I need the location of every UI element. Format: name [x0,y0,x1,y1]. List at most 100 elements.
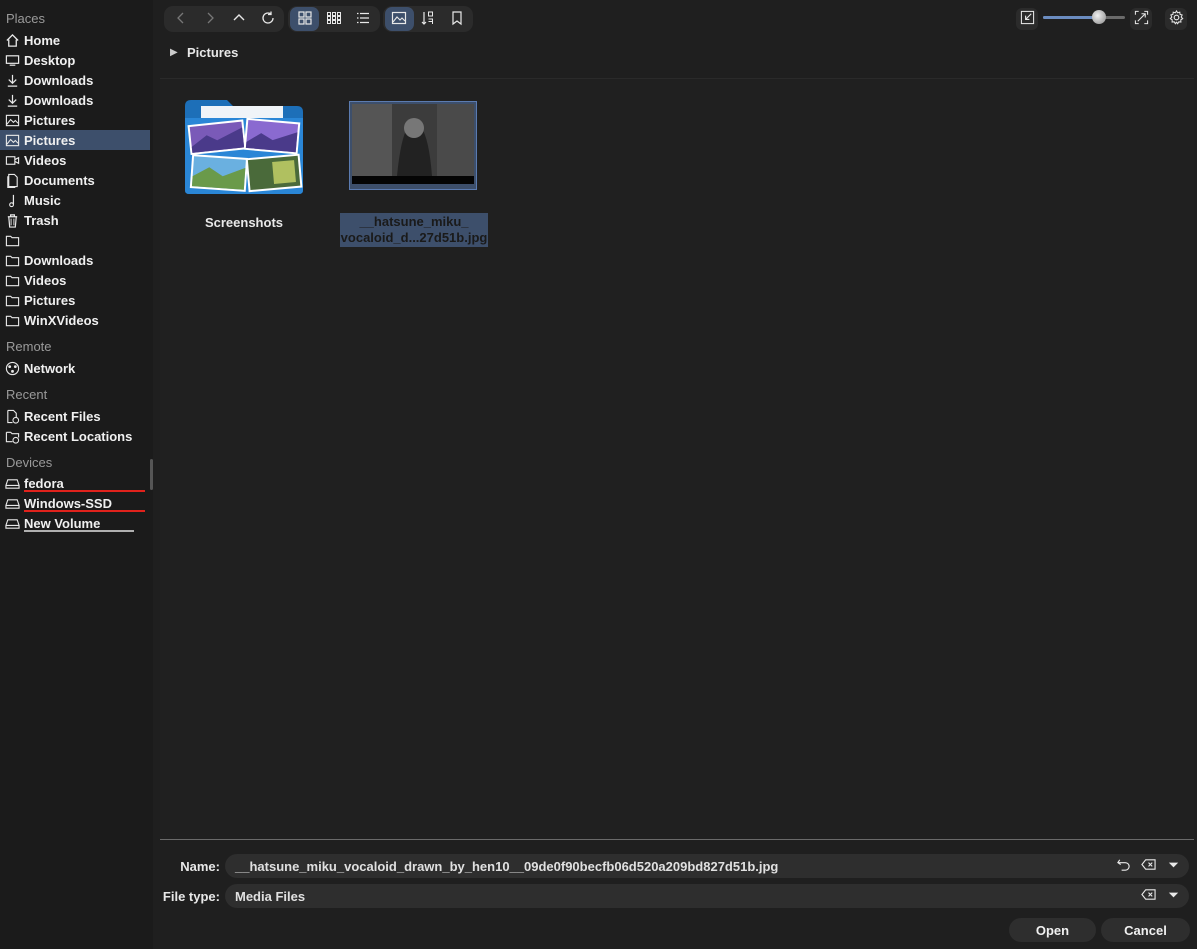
sidebar-item-home[interactable]: Home [0,30,150,50]
sidebar-item-pictures-selected[interactable]: Pictures [0,130,150,150]
icon-view-icon [297,10,313,29]
sidebar-item-downloads-2[interactable]: Downloads [0,90,150,110]
music-icon [4,192,20,208]
detail-view-button[interactable] [349,7,378,31]
folder-item-screenshots[interactable] [183,98,305,199]
folder-name-label: Screenshots [204,215,284,230]
sidebar-item-label: Downloads [24,72,94,88]
sidebar-item-label: Pictures [24,112,76,128]
sidebar-item-label: Desktop [24,52,76,68]
zoom-in-button[interactable] [1130,8,1152,30]
places-sidebar: Places Home Desktop Downloads Downloads … [0,0,153,949]
preview-toggle-button[interactable] [385,7,414,31]
home-icon [4,32,20,48]
back-icon [173,10,189,29]
remote-section-title: Remote [6,339,52,354]
sidebar-item-label: Downloads [24,252,94,268]
compact-view-button[interactable] [319,7,348,31]
sort-button[interactable] [414,7,443,31]
sidebar-item-pictures-folder[interactable]: Pictures [0,290,150,310]
sidebar-item-label: Pictures [24,132,76,148]
sidebar-item-downloads[interactable]: Downloads [0,70,150,90]
folder-icon [4,312,20,328]
zoom-out-icon [1020,10,1035,28]
bookmark-button[interactable] [442,7,471,31]
devices-section-title: Devices [6,455,53,470]
reload-button[interactable] [253,7,282,31]
zoom-slider-handle[interactable] [1092,10,1106,24]
undo-icon[interactable] [1116,857,1131,875]
sidebar-item-trash[interactable]: Trash [0,210,150,230]
sidebar-item-label: fedora [24,475,64,491]
sidebar-item-label: Videos [24,272,67,288]
gear-icon [1168,9,1184,28]
file-name-value: __hatsune_miku_vocaloid_drawn_by_hen10__… [235,858,779,874]
detail-view-icon [355,10,371,29]
settings-button[interactable] [1165,8,1187,30]
sidebar-item-desktop[interactable]: Desktop [0,50,150,70]
zoom-in-icon [1134,10,1149,28]
drive-icon [4,495,20,511]
sidebar-item-music[interactable]: Music [0,190,150,210]
file-name-line-1: __hatsune_miku_ [359,214,469,229]
sidebar-item-videos[interactable]: Videos [0,150,150,170]
zoom-out-button[interactable] [1016,8,1038,30]
breadcrumb: ▶ Pictures [160,40,238,64]
sidebar-item-network[interactable]: Network [0,358,150,378]
sidebar-item-winxvideos[interactable]: WinXVideos [0,310,150,330]
open-button[interactable]: Open [1009,918,1096,942]
icon-view-button[interactable] [290,7,320,31]
cancel-button[interactable]: Cancel [1101,918,1190,942]
file-name-label: __hatsune_miku_ vocaloid_d...27d51b.jpg [340,213,488,247]
download-icon [4,72,20,88]
recent-files-icon [4,408,20,424]
sidebar-item-label: Documents [24,172,95,188]
file-view[interactable] [160,78,1194,840]
video-icon [4,152,20,168]
breadcrumb-item-current[interactable]: Pictures [187,45,238,60]
sidebar-item-label: Pictures [24,292,76,308]
sidebar-item-label: Home [24,32,61,48]
sidebar-item-label: New Volume [24,515,101,531]
sidebar-item-recent-locations[interactable]: Recent Locations [0,426,150,446]
folder-icon [4,272,20,288]
sidebar-item-label: WinXVideos [24,312,99,328]
up-icon [231,10,247,29]
name-label: Name: [180,859,220,874]
desktop-icon [4,52,20,68]
sidebar-scrollbar[interactable] [150,459,153,490]
sidebar-item-pictures[interactable]: Pictures [0,110,150,130]
sidebar-item-label: Recent Files [24,408,101,424]
chevron-right-icon[interactable]: ▶ [170,47,184,58]
sidebar-item-label: Network [24,360,76,376]
sidebar-item-downloads-folder[interactable]: Downloads [0,250,150,270]
drive-icon [4,475,20,491]
chevron-down-icon[interactable] [1166,857,1181,875]
document-icon [4,172,20,188]
sidebar-item-label: Downloads [24,92,94,108]
navigation-toolbar [164,6,284,32]
file-name-line-2: vocaloid_d...27d51b.jpg [340,230,488,245]
folder-icon [4,232,20,248]
network-icon [4,360,20,376]
sidebar-item-documents[interactable]: Documents [0,170,150,190]
up-button[interactable] [224,7,253,31]
bookmark-icon [449,10,465,29]
sidebar-item-unnamed-folder[interactable] [0,230,150,250]
clear-text-icon[interactable] [1141,857,1156,875]
file-type-select[interactable]: Media Files [225,884,1189,908]
preview-icon [391,10,407,29]
back-button[interactable] [166,7,195,31]
file-name-field[interactable]: __hatsune_miku_vocaloid_drawn_by_hen10__… [225,854,1189,878]
clear-text-icon[interactable] [1141,887,1156,905]
drive-icon [4,515,20,531]
forward-button[interactable] [195,7,224,31]
reload-icon [260,10,276,29]
sidebar-item-label: Videos [24,152,67,168]
sidebar-item-recent-files[interactable]: Recent Files [0,406,150,426]
chevron-down-icon[interactable] [1166,887,1181,905]
sidebar-item-videos-folder[interactable]: Videos [0,270,150,290]
image-thumbnail[interactable] [352,104,474,184]
compact-view-icon [326,10,342,29]
sort-icon [420,10,436,29]
